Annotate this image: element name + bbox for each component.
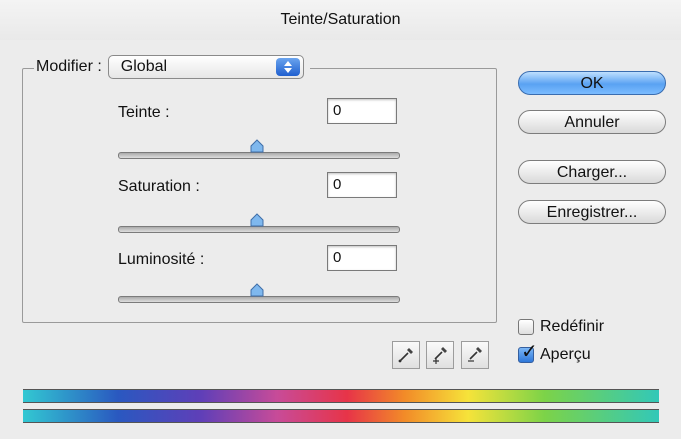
window-title: Teinte/Saturation — [0, 0, 681, 40]
hue-slider[interactable] — [118, 139, 400, 159]
preview-checkbox[interactable]: ✓ — [518, 342, 538, 363]
modifier-row: Modifier : Global — [34, 53, 310, 81]
saturation-slider-thumb[interactable] — [250, 213, 264, 227]
select-arrows-icon — [275, 58, 300, 76]
eyedropper-minus-icon — [468, 347, 482, 362]
eyedropper-minus-button[interactable] — [461, 341, 489, 369]
saturation-slider[interactable] — [118, 213, 400, 233]
modifier-label: Modifier : — [36, 58, 102, 75]
modifier-select-value: Global — [120, 58, 168, 75]
colorize-label: Redéfinir — [540, 318, 605, 335]
source-spectrum-bar — [23, 389, 659, 403]
eyedropper-plus-button[interactable] — [426, 341, 454, 369]
modifier-select[interactable]: Global — [107, 55, 304, 79]
eyedropper-icon — [398, 348, 413, 363]
colorize-option[interactable]: Redéfinir — [518, 318, 604, 336]
lightness-slider-thumb[interactable] — [250, 283, 264, 297]
colorize-checkbox[interactable] — [518, 319, 534, 335]
checkmark-icon: ✓ — [521, 341, 538, 363]
lightness-input[interactable]: 0 — [327, 245, 397, 271]
hue-slider-thumb[interactable] — [250, 139, 264, 153]
saturation-label: Saturation : — [118, 178, 200, 195]
result-spectrum-bar — [23, 409, 659, 423]
save-button[interactable]: Enregistrer... — [518, 200, 666, 224]
ok-button[interactable]: OK — [518, 71, 666, 95]
saturation-input[interactable]: 0 — [327, 172, 397, 198]
cancel-button[interactable]: Annuler — [518, 110, 666, 134]
load-button[interactable]: Charger... — [518, 160, 666, 184]
lightness-slider[interactable] — [118, 283, 400, 303]
eyedropper-plus-icon — [433, 347, 447, 364]
hue-input[interactable]: 0 — [327, 98, 397, 124]
lightness-label: Luminosité : — [118, 251, 205, 268]
hue-label: Teinte : — [118, 104, 170, 121]
preview-option[interactable]: ✓ Aperçu — [518, 342, 591, 364]
eyedropper-button[interactable] — [392, 341, 420, 369]
preview-label: Aperçu — [540, 346, 591, 363]
